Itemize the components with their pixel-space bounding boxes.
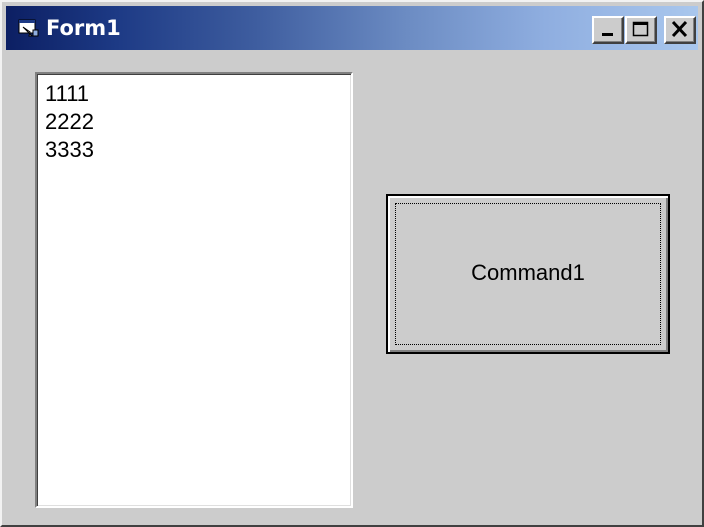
minimize-icon: [602, 33, 613, 36]
list-items: 1111 2222 3333: [45, 80, 94, 164]
form-window: Form1 1111 2222 3333 Command1: [0, 0, 704, 527]
form-icon[interactable]: [18, 18, 40, 38]
command1-label: Command1: [471, 260, 585, 285]
list-box[interactable]: 1111 2222 3333: [35, 72, 353, 508]
window-title: Form1: [46, 16, 121, 40]
maximize-button[interactable]: [625, 16, 657, 44]
list-item[interactable]: 2222: [45, 108, 94, 136]
title-bar[interactable]: Form1: [6, 6, 698, 50]
minimize-button[interactable]: [592, 16, 624, 44]
maximize-icon: [632, 21, 649, 37]
list-item[interactable]: 1111: [45, 80, 94, 108]
close-icon: [671, 20, 688, 38]
list-item[interactable]: 3333: [45, 136, 94, 164]
close-button[interactable]: [664, 16, 696, 44]
command1-button[interactable]: Command1: [386, 194, 670, 354]
